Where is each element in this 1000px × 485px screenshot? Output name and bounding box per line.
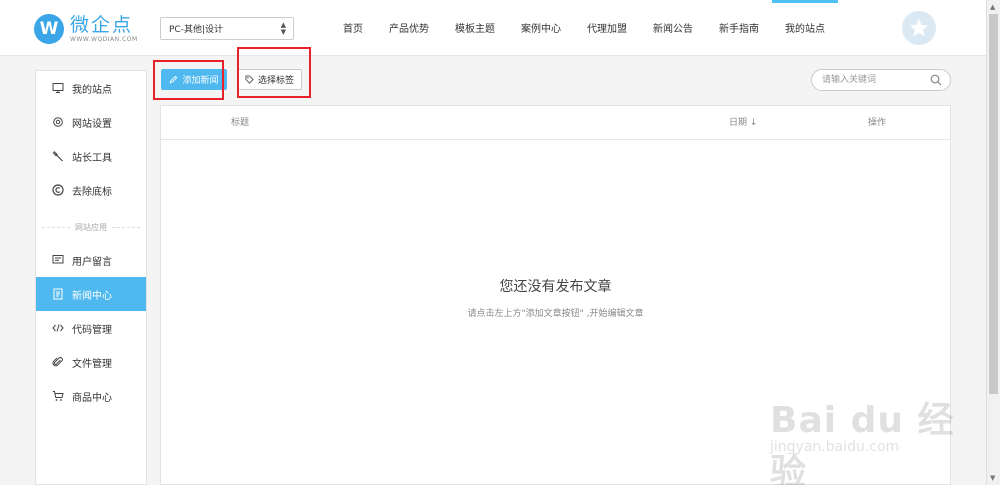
nav-product-advantages[interactable]: 产品优势	[376, 0, 442, 56]
sidebar-item-label: 站长工具	[72, 152, 112, 164]
table-header: 标题 日期 ↓ 操作	[161, 106, 950, 140]
gear-icon	[52, 116, 64, 128]
nav-case-center[interactable]: 案例中心	[508, 0, 574, 56]
column-header-date[interactable]: 日期 ↓	[729, 106, 757, 140]
page-scrollbar[interactable]: ▲ ▼	[986, 0, 1000, 485]
empty-state-hint: 请点击左上方"添加文章按钮" ,开始编辑文章	[467, 309, 644, 319]
sidebar-item-label: 文件管理	[72, 358, 112, 370]
search-box	[811, 69, 951, 91]
sidebar-item-label: 新闻中心	[72, 290, 112, 302]
sidebar-item-remove-footer-mark[interactable]: 去除底标	[36, 173, 146, 207]
watermark-text: Bai du 经验	[770, 400, 955, 485]
search-input[interactable]	[822, 73, 926, 87]
logo-name: 微企点	[70, 14, 134, 36]
sidebar-item-site-settings[interactable]: 网站设置	[36, 105, 146, 139]
scroll-up-icon[interactable]: ▲	[990, 3, 995, 11]
sidebar-item-file-management[interactable]: 文件管理	[36, 345, 146, 379]
select-arrows-icon: ▲ ▼	[280, 21, 286, 36]
baidu-watermark: Bai du 经验 jingyan.baidu.com	[760, 385, 985, 485]
site-select[interactable]: PC-其他|设计 ▲ ▼	[160, 17, 294, 40]
nav-guide[interactable]: 新手指南	[706, 0, 772, 56]
site-select-value: PC-其他|设计	[169, 25, 223, 35]
paperclip-icon	[52, 356, 64, 368]
code-icon	[52, 322, 64, 334]
nav-news[interactable]: 新闻公告	[640, 0, 706, 56]
logo[interactable]: W 微企点 WWW.WQDIAN.COM	[34, 12, 138, 46]
sidebar-item-webmaster-tools[interactable]: 站长工具	[36, 139, 146, 173]
sidebar-item-label: 去除底标	[72, 186, 112, 198]
scroll-down-icon[interactable]: ▼	[990, 474, 995, 482]
nav-home[interactable]: 首页	[330, 0, 376, 56]
nav-agency[interactable]: 代理加盟	[574, 0, 640, 56]
scrollbar-thumb[interactable]	[989, 14, 998, 394]
empty-state-title: 您还没有发布文章	[499, 279, 612, 295]
sidebar-item-code-management[interactable]: 代码管理	[36, 311, 146, 345]
sidebar-item-my-sites[interactable]: 我的站点	[36, 71, 146, 105]
sidebar-section-divider: 网站应用	[42, 221, 140, 233]
sidebar-item-label: 用户留言	[72, 256, 112, 268]
cart-icon	[52, 390, 64, 402]
sidebar-section-label: 网站应用	[75, 222, 107, 232]
document-icon	[52, 288, 64, 300]
sidebar-item-product-center[interactable]: 商品中心	[36, 379, 146, 413]
column-header-action: 操作	[868, 118, 887, 128]
sidebar: 我的站点 网站设置 站长工具 去除底标 网站应用 用户留言 新闻中心 代码管理 …	[35, 70, 147, 485]
logo-url: WWW.WQDIAN.COM	[70, 36, 138, 43]
nav-my-sites[interactable]: 我的站点	[772, 0, 838, 56]
sidebar-item-label: 代码管理	[72, 324, 112, 336]
message-icon	[52, 254, 64, 266]
top-header: W 微企点 WWW.WQDIAN.COM PC-其他|设计 ▲ ▼ 首页 产品优势…	[0, 0, 986, 56]
watermark-url: jingyan.baidu.com	[770, 439, 900, 455]
logo-text: 微企点 WWW.WQDIAN.COM	[70, 14, 138, 44]
column-header-title: 标题	[231, 118, 250, 128]
sidebar-item-label: 网站设置	[72, 118, 112, 130]
sidebar-item-label: 我的站点	[72, 84, 112, 96]
user-avatar[interactable]	[902, 11, 936, 45]
copyright-icon	[52, 184, 64, 196]
highlight-box-tag	[237, 47, 311, 98]
monitor-icon	[52, 82, 64, 94]
logo-mark: W	[34, 14, 64, 44]
sidebar-item-user-messages[interactable]: 用户留言	[36, 243, 146, 277]
sidebar-item-news-center[interactable]: 新闻中心	[36, 277, 146, 311]
wrench-icon	[52, 150, 64, 162]
highlight-box-add	[153, 60, 224, 100]
search-icon[interactable]	[930, 74, 942, 86]
sidebar-item-label: 商品中心	[72, 392, 112, 404]
star-avatar-icon	[909, 18, 929, 37]
main-nav: 首页 产品优势 模板主题 案例中心 代理加盟 新闻公告 新手指南 我的站点	[330, 0, 838, 56]
nav-template-themes[interactable]: 模板主题	[442, 0, 508, 56]
